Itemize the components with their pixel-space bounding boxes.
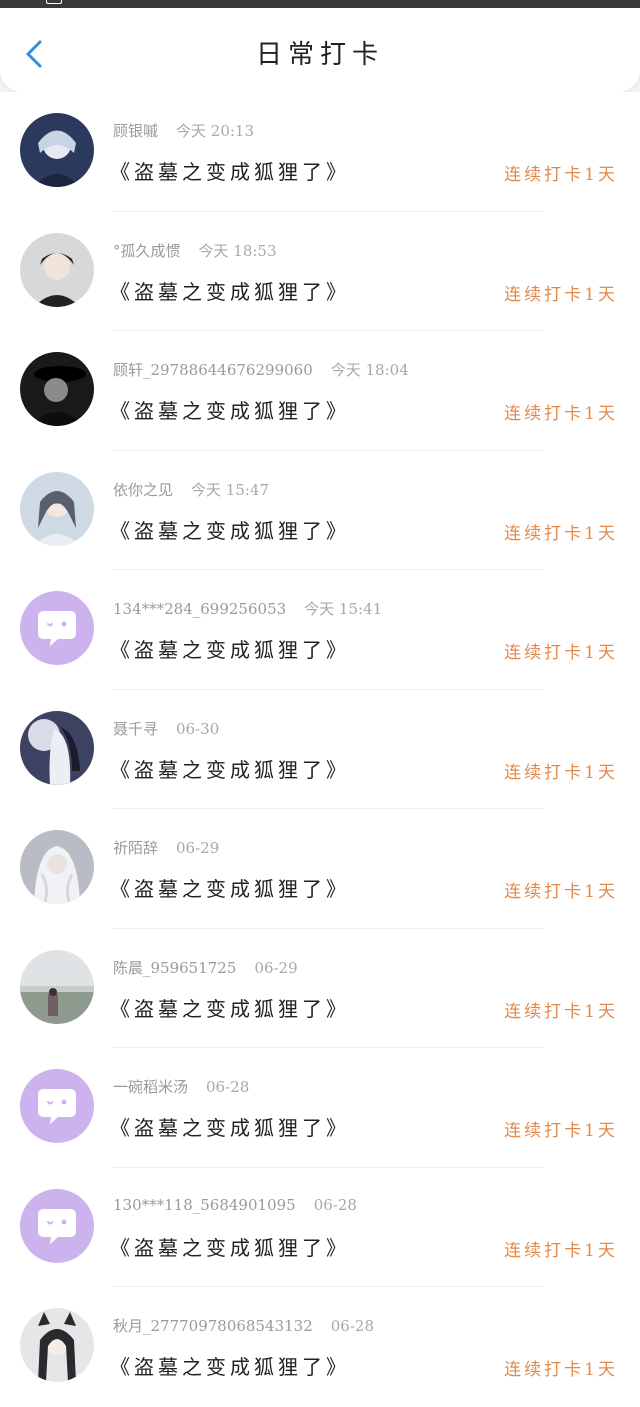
streak-label: 连续打卡1天 bbox=[504, 1001, 618, 1022]
username[interactable]: 一碗稻米汤 bbox=[113, 1078, 188, 1096]
checkin-row[interactable]: °孤久成惯 今天 18:53 《盗墓之变成狐狸了》 连续打卡1天 bbox=[0, 211, 640, 331]
checkin-row[interactable]: 130***118_5684901095 06-28 《盗墓之变成狐狸了》 连续打… bbox=[0, 1167, 640, 1287]
streak-label: 连续打卡1天 bbox=[504, 284, 618, 305]
default-avatar-icon bbox=[20, 1188, 94, 1263]
book-title[interactable]: 《盗墓之变成狐狸了》 bbox=[110, 993, 350, 1022]
avatar[interactable] bbox=[20, 591, 94, 665]
username[interactable]: 顾银嘁 bbox=[113, 122, 158, 140]
checkin-row[interactable]: 一碗稻米汤 06-28 《盗墓之变成狐狸了》 连续打卡1天 bbox=[0, 1048, 640, 1168]
streak-label: 连续打卡1天 bbox=[504, 404, 618, 424]
avatar[interactable] bbox=[20, 830, 94, 904]
avatar[interactable] bbox=[20, 471, 94, 546]
checkin-time: 今天 15:47 bbox=[191, 480, 270, 499]
streak-label: 连续打卡1天 bbox=[504, 1360, 618, 1380]
default-avatar-icon bbox=[20, 591, 94, 665]
streak-label: 连续打卡1天 bbox=[504, 165, 618, 185]
book-title[interactable]: 《盗墓之变成狐狸了》 bbox=[110, 1232, 350, 1261]
book-title[interactable]: 《盗墓之变成狐狸了》 bbox=[110, 395, 350, 424]
username[interactable]: 聂千寻 bbox=[113, 720, 158, 738]
streak-label: 连续打卡1天 bbox=[504, 523, 618, 544]
username[interactable]: 陈晨_959651725 bbox=[113, 959, 236, 977]
avatar[interactable] bbox=[20, 232, 94, 307]
username[interactable]: 秋月_27770978068543132 bbox=[113, 1317, 313, 1335]
checkin-row[interactable]: 顾轩_29788644676299060 今天 18:04 《盗墓之变成狐狸了》 … bbox=[0, 331, 640, 451]
checkin-row[interactable]: 聂千寻 06-30 《盗墓之变成狐狸了》 连续打卡1天 bbox=[0, 689, 640, 809]
checkin-list: 顾银嘁 今天 20:13 《盗墓之变成狐狸了》 连续打卡1天 °孤久成惯 今天 18… bbox=[0, 92, 640, 1407]
username[interactable]: 顾轩_29788644676299060 bbox=[113, 361, 313, 379]
checkin-time: 今天 18:53 bbox=[198, 241, 277, 260]
avatar[interactable] bbox=[20, 113, 94, 187]
book-title[interactable]: 《盗墓之变成狐狸了》 bbox=[110, 1112, 350, 1141]
avatar[interactable] bbox=[20, 1069, 94, 1143]
streak-label: 连续打卡1天 bbox=[504, 1240, 618, 1261]
streak-label: 连续打卡1天 bbox=[504, 1121, 618, 1141]
checkin-row[interactable]: 134***284_699256053 今天 15:41 《盗墓之变成狐狸了》 连… bbox=[0, 570, 640, 690]
avatar[interactable] bbox=[20, 949, 94, 1024]
username[interactable]: 依你之见 bbox=[113, 481, 173, 499]
streak-label: 连续打卡1天 bbox=[504, 643, 618, 663]
streak-label: 连续打卡1天 bbox=[504, 882, 618, 902]
book-title[interactable]: 《盗墓之变成狐狸了》 bbox=[110, 156, 350, 185]
checkin-time: 06-28 bbox=[313, 1195, 357, 1214]
username[interactable]: 134***284_699256053 bbox=[113, 600, 286, 618]
streak-label: 连续打卡1天 bbox=[504, 762, 618, 783]
username[interactable]: °孤久成惯 bbox=[113, 242, 181, 260]
checkin-row[interactable]: 顾银嘁 今天 20:13 《盗墓之变成狐狸了》 连续打卡1天 bbox=[0, 92, 640, 212]
status-bar bbox=[0, 0, 640, 8]
default-avatar-icon bbox=[20, 1069, 94, 1143]
avatar[interactable] bbox=[20, 352, 94, 426]
checkin-time: 今天 15:41 bbox=[304, 600, 383, 618]
username[interactable]: 祈陌辞 bbox=[113, 839, 158, 857]
book-title[interactable]: 《盗墓之变成狐狸了》 bbox=[110, 515, 350, 544]
checkin-row[interactable]: 秋月_27770978068543132 06-28 《盗墓之变成狐狸了》 连续打… bbox=[0, 1287, 640, 1407]
checkin-time: 06-29 bbox=[254, 958, 298, 977]
checkin-row[interactable]: 依你之见 今天 15:47 《盗墓之变成狐狸了》 连续打卡1天 bbox=[0, 450, 640, 570]
username[interactable]: 130***118_5684901095 bbox=[113, 1196, 296, 1214]
avatar[interactable] bbox=[20, 1188, 94, 1263]
book-title[interactable]: 《盗墓之变成狐狸了》 bbox=[110, 754, 350, 783]
book-title[interactable]: 《盗墓之变成狐狸了》 bbox=[110, 634, 350, 663]
avatar[interactable] bbox=[20, 1308, 94, 1382]
checkin-time: 06-28 bbox=[330, 1317, 374, 1335]
checkin-time: 06-30 bbox=[176, 719, 220, 738]
checkin-row[interactable]: 祈陌辞 06-29 《盗墓之变成狐狸了》 连续打卡1天 bbox=[0, 809, 640, 929]
avatar[interactable] bbox=[20, 710, 94, 785]
page-title: 日常打卡 bbox=[255, 40, 384, 70]
checkin-row[interactable]: 陈晨_959651725 06-29 《盗墓之变成狐狸了》 连续打卡1天 bbox=[0, 928, 640, 1048]
checkin-time: 06-29 bbox=[176, 839, 220, 857]
book-title[interactable]: 《盗墓之变成狐狸了》 bbox=[110, 276, 350, 305]
checkin-time: 今天 18:04 bbox=[330, 361, 409, 379]
battery-icon bbox=[46, 0, 62, 4]
book-title[interactable]: 《盗墓之变成狐狸了》 bbox=[110, 1351, 350, 1380]
checkin-time: 06-28 bbox=[206, 1078, 250, 1096]
book-title[interactable]: 《盗墓之变成狐狸了》 bbox=[110, 873, 350, 902]
checkin-time: 今天 20:13 bbox=[176, 122, 255, 140]
header-bar: 日常打卡 bbox=[0, 8, 640, 92]
